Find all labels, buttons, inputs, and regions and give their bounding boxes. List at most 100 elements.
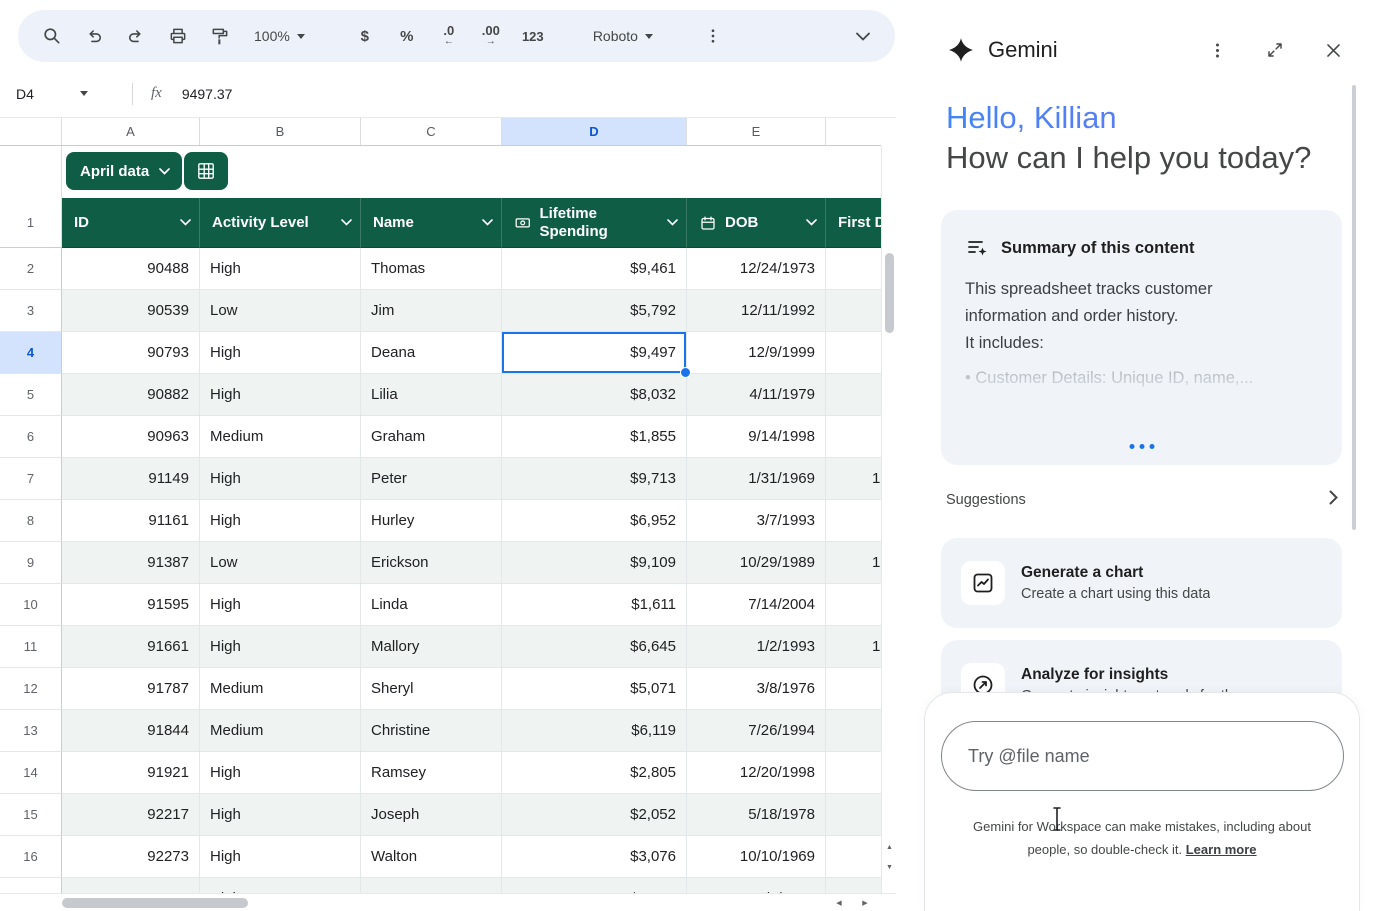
scroll-down-button[interactable]: ▼ xyxy=(882,859,897,875)
row-number[interactable]: 2 xyxy=(0,248,62,290)
formula-value[interactable]: 9497.37 xyxy=(182,86,233,102)
cell-id[interactable]: 91844 xyxy=(62,710,200,752)
panel-scrollbar-thumb[interactable] xyxy=(1352,85,1356,530)
cell-activity-level[interactable]: High xyxy=(200,836,361,878)
cell-dob[interactable]: 7/26/1994 xyxy=(687,710,826,752)
cell-dob[interactable]: 10/29/1989 xyxy=(687,542,826,584)
cell-lifetime-spending[interactable]: $9,713 xyxy=(502,458,687,500)
vertical-scrollbar[interactable]: ▲ ▼ xyxy=(881,146,896,893)
search-button[interactable] xyxy=(32,16,72,56)
cell-activity-level[interactable]: High xyxy=(200,374,361,416)
cell-lifetime-spending[interactable]: $9,497 xyxy=(502,332,691,378)
cell-dob[interactable]: 1/31/1969 xyxy=(687,458,826,500)
cell-lifetime-spending[interactable]: $6,952 xyxy=(502,500,687,542)
cell-name[interactable]: Peter xyxy=(361,458,502,500)
cell-lifetime-spending[interactable]: $5,071 xyxy=(502,668,687,710)
cell-name[interactable]: Mallory xyxy=(361,626,502,668)
chevron-down-icon[interactable] xyxy=(667,219,678,226)
increase-decimal-button[interactable]: .00 → xyxy=(471,16,511,56)
cell-id[interactable]: 91661 xyxy=(62,626,200,668)
cell-name[interactable]: Augusta xyxy=(361,878,502,893)
cell-id[interactable]: 91387 xyxy=(62,542,200,584)
header-name[interactable]: Name xyxy=(361,198,502,248)
cell-dob[interactable]: 12/9/1999 xyxy=(687,332,826,374)
toolbar-more-button[interactable] xyxy=(693,16,733,56)
cell-id[interactable]: 92347 xyxy=(62,878,200,893)
cell-dob[interactable]: 12/20/1998 xyxy=(687,752,826,794)
header-lifetime-spending[interactable]: Lifetime Spending xyxy=(502,198,687,248)
zoom-select[interactable]: 100% xyxy=(242,16,317,56)
cell-activity-level[interactable]: High xyxy=(200,878,361,893)
cell-name[interactable]: Linda xyxy=(361,584,502,626)
cell-activity-level[interactable]: Low xyxy=(200,542,361,584)
cell-first-date[interactable] xyxy=(826,752,881,794)
panel-close-button[interactable] xyxy=(1319,36,1347,64)
row-number[interactable]: 8 xyxy=(0,500,62,542)
cell-lifetime-spending[interactable]: $2,805 xyxy=(502,752,687,794)
cell-name[interactable]: Ramsey xyxy=(361,752,502,794)
suggestions-next-button[interactable] xyxy=(1329,490,1338,510)
cell-lifetime-spending[interactable]: $3,076 xyxy=(502,836,687,878)
row-number[interactable]: 15 xyxy=(0,794,62,836)
cell-first-date[interactable]: 1 xyxy=(826,626,881,668)
cell-activity-level[interactable]: High xyxy=(200,500,361,542)
row-number[interactable]: 3 xyxy=(0,290,62,332)
cell-id[interactable]: 91787 xyxy=(62,668,200,710)
scroll-up-button[interactable]: ▲ xyxy=(882,839,897,855)
row-header-1[interactable]: 1 xyxy=(0,198,62,248)
cell-id[interactable]: 90793 xyxy=(62,332,200,374)
scroll-left-button[interactable]: ◀ xyxy=(828,894,850,911)
cell-activity-level[interactable]: High xyxy=(200,794,361,836)
cell-first-date[interactable] xyxy=(826,584,881,626)
horizontal-scrollbar[interactable]: ◀ ▶ xyxy=(0,893,896,911)
row-number[interactable]: 10 xyxy=(0,584,62,626)
cell-first-date[interactable] xyxy=(826,332,881,374)
toolbar-collapse-button[interactable] xyxy=(843,16,883,56)
cell-dob[interactable]: 1/1/1988 xyxy=(687,878,826,893)
column-header-a[interactable]: A xyxy=(62,118,200,145)
redo-button[interactable] xyxy=(116,16,156,56)
cell-activity-level[interactable]: High xyxy=(200,332,361,374)
cell-first-date[interactable] xyxy=(826,836,881,878)
cell-first-date[interactable] xyxy=(826,290,881,332)
cell-dob[interactable]: 1/2/1993 xyxy=(687,626,826,668)
cell-activity-level[interactable]: Medium xyxy=(200,710,361,752)
cell-first-date[interactable] xyxy=(826,878,881,893)
more-formats-button[interactable]: 123 xyxy=(513,16,553,56)
row-number[interactable]: 17 xyxy=(0,878,62,893)
cell-dob[interactable]: 3/7/1993 xyxy=(687,500,826,542)
cell-lifetime-spending[interactable]: $6,645 xyxy=(502,626,687,668)
cell-dob[interactable]: 5/18/1978 xyxy=(687,794,826,836)
cell-name[interactable]: Sheryl xyxy=(361,668,502,710)
column-header-e[interactable]: E xyxy=(687,118,826,145)
cell-first-date[interactable] xyxy=(826,416,881,458)
cell-lifetime-spending[interactable]: $5,792 xyxy=(502,290,687,332)
cell-first-date[interactable] xyxy=(826,668,881,710)
row-number[interactable]: 4 xyxy=(0,332,62,374)
learn-more-link[interactable]: Learn more xyxy=(1186,842,1257,857)
cell-activity-level[interactable]: Medium xyxy=(200,668,361,710)
cell-id[interactable]: 90488 xyxy=(62,248,200,290)
cell-dob[interactable]: 9/14/1998 xyxy=(687,416,826,458)
cell-id[interactable]: 92217 xyxy=(62,794,200,836)
cell-lifetime-spending[interactable]: $2,251 xyxy=(502,878,687,893)
font-select[interactable]: Roboto xyxy=(581,16,665,56)
cell-name-box[interactable]: D4 xyxy=(0,86,132,102)
cell-activity-level[interactable]: High xyxy=(200,584,361,626)
cell-id[interactable]: 90539 xyxy=(62,290,200,332)
panel-menu-button[interactable] xyxy=(1203,36,1231,64)
cell-lifetime-spending[interactable]: $8,032 xyxy=(502,374,687,416)
cell-id[interactable]: 92273 xyxy=(62,836,200,878)
row-number[interactable]: 13 xyxy=(0,710,62,752)
column-header-d[interactable]: D xyxy=(502,118,687,145)
cell-id[interactable]: 91149 xyxy=(62,458,200,500)
cell-name[interactable]: Graham xyxy=(361,416,502,458)
cell-dob[interactable]: 12/24/1973 xyxy=(687,248,826,290)
cell-name[interactable]: Christine xyxy=(361,710,502,752)
cell-name[interactable]: Lilia xyxy=(361,374,502,416)
table-name-chip[interactable]: April data xyxy=(66,152,183,190)
row-number[interactable]: 16 xyxy=(0,836,62,878)
column-header-b[interactable]: B xyxy=(200,118,361,145)
row-number[interactable]: 9 xyxy=(0,542,62,584)
cell-lifetime-spending[interactable]: $9,109 xyxy=(502,542,687,584)
